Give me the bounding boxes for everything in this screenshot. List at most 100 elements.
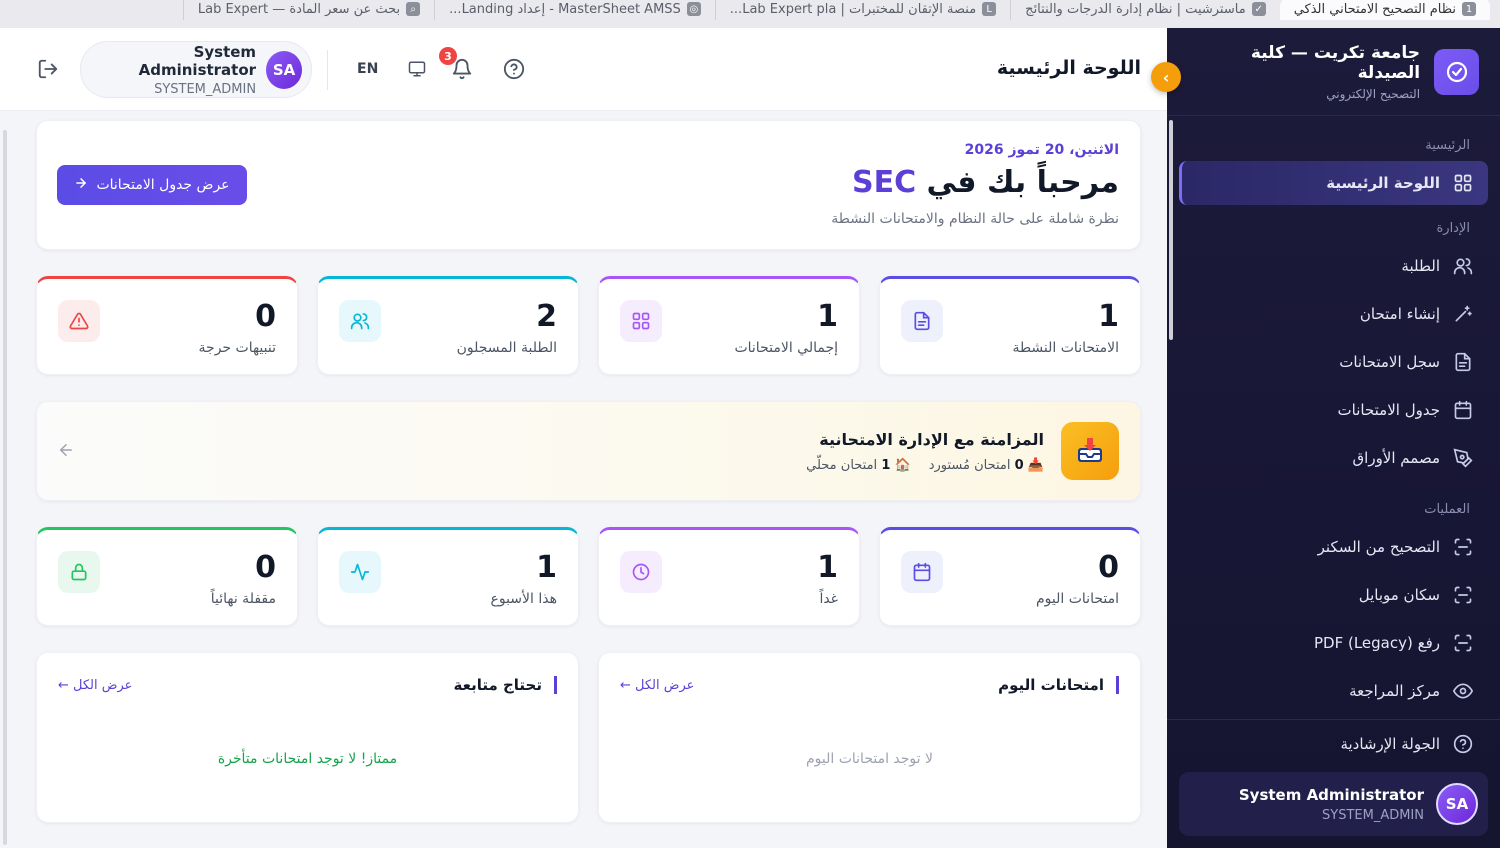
tab-label: MasterSheet AMSS - إعداد Landing... bbox=[449, 1, 681, 17]
sidebar-item-label: مصمم الأوراق bbox=[1352, 449, 1440, 467]
grid-icon bbox=[1452, 172, 1474, 194]
top-header: اللوحة الرئيسية System Administrator SYS… bbox=[0, 28, 1167, 111]
stat-value: 0 bbox=[255, 550, 276, 585]
empty-state: لا توجد امتحانات اليوم bbox=[805, 751, 933, 767]
tab-label: ماسترشيت | نظام إدارة الدرجات والنتائج bbox=[1025, 1, 1246, 17]
sidebar-item-label: سجل الامتحانات bbox=[1339, 353, 1440, 371]
sidebar-item-label: اللوحة الرئيسية bbox=[1326, 174, 1440, 192]
sidebar-item-exam-log[interactable]: سجل الامتحانات bbox=[1179, 340, 1488, 384]
sidebar-item-students[interactable]: الطلبة bbox=[1179, 244, 1488, 288]
nav-section-ops: العمليات bbox=[1424, 502, 1470, 517]
lock-icon bbox=[58, 551, 100, 593]
calendar-icon bbox=[1452, 399, 1474, 421]
sidebar-item-label: الطلبة bbox=[1401, 257, 1440, 275]
logout-icon[interactable] bbox=[35, 56, 61, 82]
magic-wand-icon bbox=[1452, 303, 1474, 325]
browser-tab[interactable]: 1 نظام التصحيح الامتحاني الذكي bbox=[1279, 0, 1490, 20]
current-date: الاثنين، 20 تموز 2026 bbox=[964, 142, 1119, 158]
clock-icon bbox=[620, 551, 662, 593]
stat-this-week: 1 هذا الأسبوع bbox=[317, 527, 579, 626]
browser-tab[interactable]: ⌕ بحث عن سعر المادة — Lab Expert bbox=[182, 0, 434, 20]
browser-tab[interactable]: L منصة الإتقان للمختبرات | Lab Expert pla… bbox=[714, 0, 1010, 20]
users-icon bbox=[1452, 255, 1474, 277]
scan-icon bbox=[1452, 584, 1474, 606]
welcome-title-prefix: مرحباً بك في bbox=[916, 165, 1119, 200]
welcome-title: مرحباً بك في SEC bbox=[852, 165, 1119, 200]
sidebar-item-review-center[interactable]: مركز المراجعة bbox=[1179, 669, 1488, 713]
arrow-right-icon bbox=[74, 176, 88, 194]
content-scrollbar[interactable] bbox=[3, 130, 7, 845]
browser-tab[interactable]: ◎ MasterSheet AMSS - إعداد Landing... bbox=[434, 0, 715, 20]
sidebar-item-create-exam[interactable]: إنشاء امتحان bbox=[1179, 292, 1488, 336]
sidebar: › جامعة تكريت — كلية الصيدلة التصحيح الإ… bbox=[1151, 28, 1500, 848]
language-toggle[interactable]: EN bbox=[357, 61, 378, 77]
stat-locked-final: 0 مقفلة نهائياً bbox=[36, 527, 298, 626]
view-all-link[interactable]: عرض الكل ← bbox=[58, 678, 132, 693]
nav-section-main: الرئيسية bbox=[1425, 138, 1470, 153]
warning-icon bbox=[58, 300, 100, 342]
tab-favicon: ⌕ bbox=[406, 2, 421, 16]
sync-imported-count: 0 bbox=[1014, 458, 1024, 473]
stat-label: الامتحانات النشطة bbox=[1012, 340, 1119, 356]
brand-title: جامعة تكريت — كلية الصيدلة bbox=[1250, 42, 1421, 83]
stat-label: غداً bbox=[819, 591, 838, 607]
sidebar-collapse-button[interactable]: › bbox=[1151, 62, 1181, 92]
sidebar-item-mobile-scan[interactable]: سكان موبايل bbox=[1179, 573, 1488, 617]
stat-value: 1 bbox=[817, 299, 838, 334]
monitor-icon[interactable] bbox=[404, 56, 430, 82]
browser-tab[interactable]: ✓ ماسترشيت | نظام إدارة الدرجات والنتائج bbox=[1010, 0, 1280, 20]
sidebar-item-guided-tour[interactable]: الجولة الإرشادية bbox=[1179, 726, 1488, 762]
view-schedule-button[interactable]: عرض جدول الامتحانات bbox=[57, 165, 247, 205]
header-user-name: System Administrator bbox=[138, 42, 257, 79]
users-icon bbox=[339, 300, 381, 342]
sync-local: 🏠 1 امتحان محلّي bbox=[806, 458, 911, 473]
document-icon bbox=[1452, 351, 1474, 373]
sync-card[interactable]: المزامنة مع الإدارة الامتحانية 📥 0 امتحا… bbox=[36, 401, 1141, 501]
stat-value: 1 bbox=[1098, 299, 1119, 334]
stat-value: 2 bbox=[536, 299, 557, 334]
sidebar-item-dashboard[interactable]: اللوحة الرئيسية bbox=[1179, 161, 1488, 205]
nav-divider bbox=[1167, 719, 1500, 720]
sync-local-label: امتحان محلّي bbox=[806, 458, 878, 473]
view-all-link[interactable]: عرض الكل ← bbox=[620, 678, 694, 693]
sidebar-item-pdf-upload[interactable]: رفع PDF (Legacy) bbox=[1179, 621, 1488, 665]
sidebar-user-card[interactable]: SA System Administrator SYSTEM_ADMIN bbox=[1179, 772, 1488, 836]
welcome-subtitle: نظرة شاملة على حالة النظام والامتحانات ا… bbox=[831, 211, 1119, 227]
avatar: SA bbox=[1436, 783, 1478, 825]
panel-title: امتحانات اليوم bbox=[998, 676, 1119, 694]
stat-value: 1 bbox=[817, 550, 838, 585]
inbox-tray-icon bbox=[1061, 422, 1119, 480]
notification-badge: 3 bbox=[439, 47, 457, 65]
stat-value: 1 bbox=[536, 550, 557, 585]
tab-favicon: 1 bbox=[1462, 2, 1476, 16]
tab-label: نظام التصحيح الامتحاني الذكي bbox=[1293, 1, 1456, 17]
browser-tab-bar: 1 نظام التصحيح الامتحاني الذكي ✓ ماسترشيت … bbox=[0, 0, 1500, 28]
main-scrollbar[interactable] bbox=[1169, 120, 1173, 340]
sync-meta: 📥 0 امتحان مُستورد 🏠 1 امتحان محلّي bbox=[806, 458, 1044, 473]
sync-imported-label: امتحان مُستورد bbox=[928, 458, 1011, 473]
stat-total-exams: 1 إجمالي الامتحانات bbox=[598, 276, 860, 375]
stat-value: 0 bbox=[1098, 550, 1119, 585]
arrow-left-icon[interactable] bbox=[57, 440, 75, 464]
sync-title: المزامنة مع الإدارة الامتحانية bbox=[819, 430, 1044, 449]
sidebar-item-scanner[interactable]: التصحيح من السكنر bbox=[1179, 525, 1488, 569]
header-user-chip[interactable]: System Administrator SYSTEM_ADMIN SA bbox=[80, 41, 312, 98]
stat-label: هذا الأسبوع bbox=[490, 591, 558, 607]
sidebar-item-label: سكان موبايل bbox=[1358, 586, 1440, 604]
stat-value: 0 bbox=[255, 299, 276, 334]
page-title: اللوحة الرئيسية bbox=[996, 57, 1141, 79]
stat-registered-students: 2 الطلبة المسجلون bbox=[317, 276, 579, 375]
stat-tomorrow: 1 غداً bbox=[598, 527, 860, 626]
scan-icon bbox=[1452, 536, 1474, 558]
stat-critical-alerts: 0 تنبيهات حرجة bbox=[36, 276, 298, 375]
help-icon[interactable] bbox=[501, 56, 527, 82]
tab-favicon: L bbox=[982, 2, 997, 16]
sidebar-item-label: رفع PDF (Legacy) bbox=[1313, 634, 1440, 652]
today-exams-panel: امتحانات اليوم عرض الكل ← لا توجد امتحان… bbox=[598, 652, 1141, 823]
panel-title: تحتاج متابعة bbox=[454, 676, 557, 694]
grid-icon bbox=[620, 300, 662, 342]
sidebar-item-sheet-designer[interactable]: مصمم الأوراق bbox=[1179, 436, 1488, 480]
stat-label: مقفلة نهائياً bbox=[210, 591, 276, 607]
sidebar-item-exam-schedule[interactable]: جدول الامتحانات bbox=[1179, 388, 1488, 432]
sidebar-user-name: System Administrator bbox=[1238, 785, 1424, 804]
